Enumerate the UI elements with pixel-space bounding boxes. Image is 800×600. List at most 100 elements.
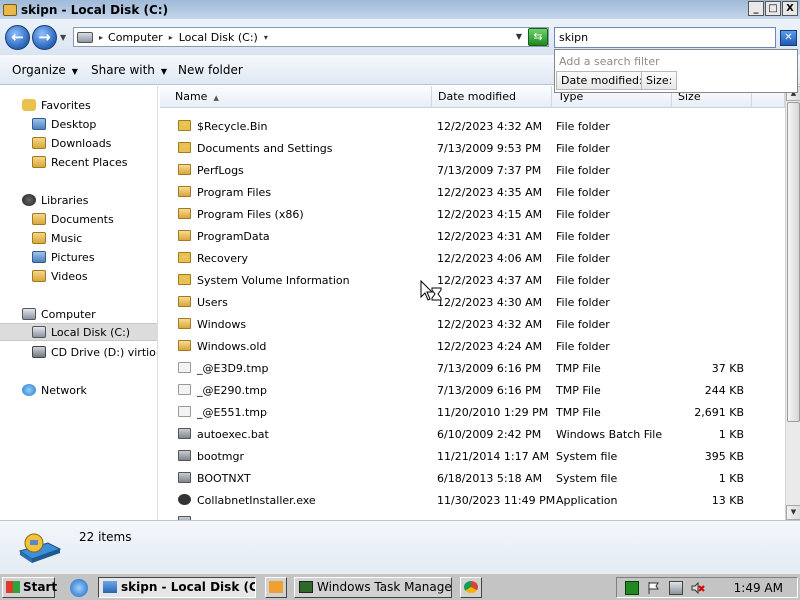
file-type: File folder	[556, 274, 610, 287]
file-size: 244 KB	[704, 384, 744, 397]
file-row[interactable]: Program Files 12/2/2023 4:35 AM File fol…	[160, 181, 785, 203]
file-date: 12/2/2023 4:37 AM	[437, 274, 543, 287]
file-type: File folder	[556, 186, 610, 199]
file-date: 12/2/2023 4:32 AM	[437, 120, 543, 133]
nav-libraries[interactable]: Libraries	[22, 191, 89, 209]
taskbar-item-chrome[interactable]	[460, 577, 482, 598]
clear-search-close-icon[interactable]: ✕	[780, 30, 797, 46]
maximize-button[interactable]: □	[765, 1, 781, 16]
column-header-name[interactable]: Name ▲	[168, 86, 432, 108]
file-row[interactable]: bootmgr 11/21/2014 1:17 AM System file 3…	[160, 445, 785, 467]
nav-music[interactable]: Music	[32, 229, 82, 247]
file-name: bootmgr	[197, 450, 244, 463]
file-row[interactable]: _@E551.tmp 11/20/2010 1:29 PM TMP File 2…	[160, 401, 785, 423]
file-row-partial[interactable]	[160, 511, 785, 520]
file-date: 12/2/2023 4:06 AM	[437, 252, 543, 265]
nav-recent-places[interactable]: Recent Places	[32, 153, 128, 171]
pictures-icon	[32, 251, 46, 263]
back-button[interactable]: ←	[5, 25, 30, 50]
taskbar-item-media[interactable]	[265, 577, 287, 598]
network-tray-icon[interactable]	[669, 581, 683, 595]
file-row[interactable]: autoexec.bat 6/10/2009 2:42 PM Windows B…	[160, 423, 785, 445]
system-tray: 1:49 AM	[616, 577, 798, 598]
nav-cd-drive[interactable]: CD Drive (D:) virtio-win	[32, 343, 157, 361]
file-row[interactable]: PerfLogs 7/13/2009 7:37 PM File folder	[160, 159, 785, 181]
internet-explorer-icon[interactable]	[70, 579, 88, 597]
nav-computer[interactable]: Computer	[22, 305, 96, 323]
taskbar-item-task-manager[interactable]: Windows Task Manager	[294, 577, 452, 598]
file-date: 7/13/2009 9:53 PM	[437, 142, 542, 155]
nav-documents[interactable]: Documents	[32, 210, 114, 228]
file-row[interactable]: $Recycle.Bin 12/2/2023 4:32 AM File fold…	[160, 115, 785, 137]
recent-pages-chevron-down-icon[interactable]: ▼	[60, 33, 66, 42]
file-size: 37 KB	[711, 362, 744, 375]
action-center-flag-icon[interactable]	[647, 581, 661, 595]
file-row[interactable]: Program Files (x86) 12/2/2023 4:15 AM Fi…	[160, 203, 785, 225]
nav-pictures[interactable]: Pictures	[32, 248, 95, 266]
nav-local-disk[interactable]: Local Disk (C:)	[0, 323, 157, 341]
file-date: 12/2/2023 4:24 AM	[437, 340, 543, 353]
file-date: 12/2/2023 4:32 AM	[437, 318, 543, 331]
file-row[interactable]: BOOTNXT 6/18/2013 5:18 AM System file 1 …	[160, 467, 785, 489]
nav-desktop[interactable]: Desktop	[32, 115, 96, 133]
minimize-button[interactable]: _	[748, 1, 764, 16]
nav-network[interactable]: Network	[22, 381, 87, 399]
filter-size-button[interactable]: Size:	[641, 71, 678, 90]
share-with-button[interactable]: Share with ▼	[91, 63, 167, 77]
local-disk-icon	[77, 31, 93, 43]
address-history-chevron-down-icon[interactable]: ▼	[516, 32, 522, 41]
file-name: Program Files (x86)	[197, 208, 304, 221]
chevron-down-icon: ▼	[160, 67, 168, 76]
nav-downloads[interactable]: Downloads	[32, 134, 111, 152]
file-name: CollabnetInstaller.exe	[197, 494, 316, 507]
file-row[interactable]: Windows.old 12/2/2023 4:24 AM File folde…	[160, 335, 785, 357]
new-folder-button[interactable]: New folder	[178, 63, 243, 77]
file-row[interactable]: ProgramData 12/2/2023 4:31 AM File folde…	[160, 225, 785, 247]
file-row[interactable]: Users 12/2/2023 4:30 AM File folder	[160, 291, 785, 313]
navigation-pane[interactable]: Favorites Desktop Downloads Recent Place…	[0, 86, 158, 520]
scrollbar-thumb[interactable]	[787, 102, 800, 422]
nav-videos[interactable]: Videos	[32, 267, 88, 285]
locked-folder-icon	[178, 252, 191, 263]
filter-date-modified-button[interactable]: Date modified:	[556, 71, 648, 90]
file-list[interactable]: $Recycle.Bin 12/2/2023 4:32 AM File fold…	[160, 115, 785, 520]
vertical-scrollbar[interactable]: ▲ ▼	[785, 86, 800, 520]
file-row[interactable]: Recovery 12/2/2023 4:06 AM File folder	[160, 247, 785, 269]
performance-monitor-icon[interactable]	[625, 581, 639, 595]
organize-button[interactable]: Organize ▼	[12, 63, 78, 77]
file-name: _@E3D9.tmp	[197, 362, 269, 375]
file-type: TMP File	[556, 362, 601, 375]
file-row[interactable]: Documents and Settings 7/13/2009 9:53 PM…	[160, 137, 785, 159]
nav-favorites[interactable]: Favorites	[22, 96, 91, 114]
breadcrumb-computer[interactable]: ▸ Computer ▸	[99, 31, 173, 44]
column-header-date-modified[interactable]: Date modified	[432, 86, 552, 108]
file-row[interactable]: _@E290.tmp 7/13/2009 6:16 PM TMP File 24…	[160, 379, 785, 401]
refresh-button[interactable]: ⇆	[528, 28, 548, 46]
forward-button[interactable]: →	[32, 25, 57, 50]
chrome-icon	[464, 581, 478, 593]
title-bar[interactable]: skipn - Local Disk (C:) _ □ X	[0, 0, 800, 19]
file-row[interactable]: System Volume Information 12/2/2023 4:37…	[160, 269, 785, 291]
scroll-down-arrow-icon[interactable]: ▼	[786, 505, 800, 520]
breadcrumb-local-disk[interactable]: Local Disk (C:) ▾	[179, 31, 268, 44]
folder-icon	[178, 208, 191, 219]
file-name: Windows.old	[197, 340, 267, 353]
volume-muted-icon[interactable]	[691, 581, 705, 595]
file-type: System file	[556, 450, 618, 463]
item-count: 22 items	[79, 530, 132, 544]
file-name: ProgramData	[197, 230, 270, 243]
address-bar[interactable]: ▸ Computer ▸ Local Disk (C:) ▾ ▼	[73, 27, 549, 47]
clock[interactable]: 1:49 AM	[734, 581, 783, 595]
taskbar: Start skipn - Local Disk (C:) Windows Ta…	[0, 572, 800, 600]
file-row[interactable]: _@E3D9.tmp 7/13/2009 6:16 PM TMP File 37…	[160, 357, 785, 379]
file-type: Application	[556, 494, 618, 507]
chevron-down-icon[interactable]: ▾	[264, 33, 268, 42]
search-input[interactable]: skipn	[554, 27, 776, 48]
file-row[interactable]: Windows 12/2/2023 4:32 AM File folder	[160, 313, 785, 335]
start-button[interactable]: Start	[2, 577, 57, 598]
file-row[interactable]: CollabnetInstaller.exe 11/30/2023 11:49 …	[160, 489, 785, 511]
taskbar-item-explorer[interactable]: skipn - Local Disk (C:)	[98, 577, 256, 598]
close-button[interactable]: X	[782, 1, 798, 16]
chevron-right-icon[interactable]: ▸	[169, 33, 173, 42]
search-filter-hint: Add a search filter	[559, 55, 660, 68]
